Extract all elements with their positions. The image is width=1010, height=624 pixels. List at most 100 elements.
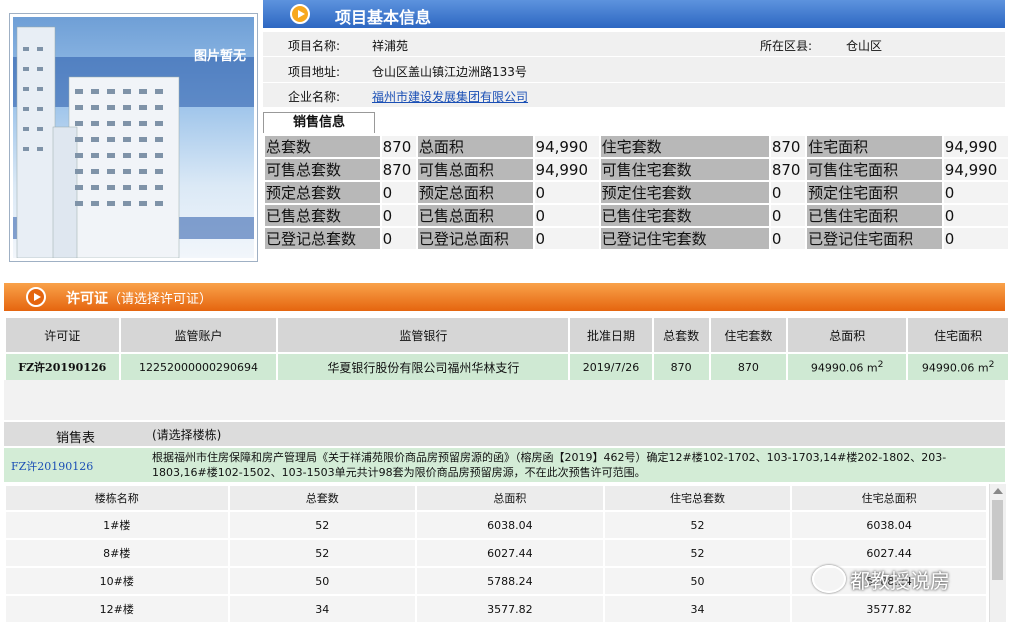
scroll-up-arrow-icon[interactable] [993, 488, 1003, 494]
total-area-cell: 94990.06 m2 [788, 354, 907, 380]
project-info-title: 项目基本信息 [335, 8, 432, 27]
play-circle-icon [290, 4, 310, 24]
sales-value: 0 [381, 205, 416, 226]
sales-value: 0 [534, 182, 599, 203]
supervision-account: 12252000000290694 [120, 354, 277, 380]
col-header: 总面积 [417, 486, 603, 510]
note-line: 1803,16#楼102-1502、103-1503单元共计98套为限价商品房预… [152, 466, 646, 479]
project-photo: 图片暂无 [9, 13, 258, 262]
col-header: 住宅总套数 [604, 486, 791, 510]
sales-label: 已登记总面积 [417, 228, 533, 249]
sales-label: 已售住宅面积 [807, 205, 942, 226]
total-units: 870 [653, 354, 709, 380]
sales-label: 已登记总套数 [265, 228, 380, 249]
building-name[interactable]: 10#楼 [6, 568, 228, 594]
sales-value: 0 [943, 182, 1008, 203]
permit-note-row: FZ许20190126 根据福州市住房保障和房产管理局《关于祥浦苑限价商品房预留… [4, 448, 1005, 482]
building-row[interactable]: 1#楼 52 6038.04 52 6038.04 [6, 512, 986, 538]
sales-label: 预定总面积 [417, 182, 533, 203]
sales-form-label: 销售表 [56, 431, 96, 446]
sales-value: 94,990 [943, 136, 1008, 157]
residential-units: 870 [710, 354, 787, 380]
building-name[interactable]: 8#楼 [6, 540, 228, 566]
sales-label: 已售总套数 [265, 205, 380, 226]
sales-label: 已售住宅套数 [600, 205, 769, 226]
permit-no[interactable]: FZ许20190126 [6, 354, 119, 380]
select-building-hint: (请选择楼栋) [152, 428, 222, 442]
sales-value: 0 [534, 205, 599, 226]
col-header: 总套数 [653, 318, 709, 352]
col-header: 住宅总面积 [792, 486, 986, 510]
project-info-header: 项目基本信息 [263, 0, 1005, 28]
col-header: 许可证 [6, 318, 119, 352]
building-name[interactable]: 1#楼 [6, 512, 228, 538]
col-header: 批准日期 [570, 318, 652, 352]
permit-row[interactable]: FZ许20190126 12252000000290694 华夏银行股份有限公司… [6, 354, 1008, 380]
district-label: 所在区县: [760, 39, 813, 53]
total-units: 52 [229, 540, 416, 566]
project-name-value: 祥浦苑 [372, 39, 409, 53]
sales-label: 预定总套数 [265, 182, 380, 203]
sales-label: 可售总套数 [265, 159, 380, 180]
watermark-text: 都教授说房 [850, 569, 950, 593]
permit-select-link[interactable]: FZ许20190126 [11, 458, 93, 474]
total-units: 34 [229, 596, 416, 622]
sales-value: 0 [534, 228, 599, 249]
wechat-icon [812, 565, 846, 593]
sales-value: 94,990 [943, 159, 1008, 180]
sales-value: 94,990 [534, 159, 599, 180]
residential-units: 34 [604, 596, 791, 622]
sales-label: 可售住宅面积 [807, 159, 942, 180]
sales-value: 870 [770, 159, 806, 180]
sales-value: 0 [770, 228, 806, 249]
permit-table: 许可证 监管账户 监管银行 批准日期 总套数 住宅套数 总面积 住宅面积 FZ许… [4, 316, 1010, 382]
area-unit-exp: 2 [988, 359, 995, 371]
permit-header: 许可证（请选择许可证） [4, 283, 1005, 311]
permit-subtitle: （请选择许可证） [108, 292, 213, 307]
address-label: 项目地址: [288, 65, 341, 79]
col-header: 总面积 [788, 318, 907, 352]
total-area: 6027.44 [417, 540, 603, 566]
sales-info-tab[interactable]: 销售信息 [263, 112, 375, 133]
total-units: 50 [229, 568, 416, 594]
sales-value: 0 [770, 205, 806, 226]
company-link[interactable]: 福州市建设发展集团有限公司 [372, 88, 528, 105]
residential-area: 6038.04 [792, 512, 986, 538]
sales-value: 870 [770, 136, 806, 157]
permit-title: 许可证（请选择许可证） [66, 288, 212, 308]
col-header: 监管银行 [278, 318, 569, 352]
sales-label: 预定住宅面积 [807, 182, 942, 203]
sales-form-bar: 销售表 (请选择楼栋) [4, 422, 1005, 446]
total-area: 3577.82 [417, 596, 603, 622]
project-name-label: 项目名称: [288, 39, 341, 53]
sales-label: 已登记住宅面积 [807, 228, 942, 249]
sales-value: 870 [381, 159, 416, 180]
sales-value: 0 [381, 182, 416, 203]
sales-row: 总套数 870 总面积 94,990 住宅套数 870 住宅面积 94,990 [265, 136, 1008, 157]
blank-area [4, 380, 1005, 420]
sales-label: 已登记住宅套数 [600, 228, 769, 249]
sales-label: 总套数 [265, 136, 380, 157]
col-header: 楼栋名称 [6, 486, 228, 510]
district-value: 仓山区 [846, 39, 883, 53]
sales-value: 94,990 [534, 136, 599, 157]
sales-value: 0 [943, 205, 1008, 226]
address-value: 仓山区盖山镇江边洲路133号 [372, 65, 527, 79]
sales-row: 已登记总套数 0 已登记总面积 0 已登记住宅套数 0 已登记住宅面积 0 [265, 228, 1008, 249]
col-header: 监管账户 [120, 318, 277, 352]
approval-date: 2019/7/26 [570, 354, 652, 380]
sales-value: 0 [770, 182, 806, 203]
total-area: 5788.24 [417, 568, 603, 594]
building-row[interactable]: 12#楼 34 3577.82 34 3577.82 [6, 596, 986, 622]
area-unit-exp: 2 [877, 359, 884, 371]
sales-row: 已售总套数 0 已售总面积 0 已售住宅套数 0 已售住宅面积 0 [265, 205, 1008, 226]
vertical-scrollbar[interactable] [989, 484, 1006, 622]
total-area: 6038.04 [417, 512, 603, 538]
sales-row: 预定总套数 0 预定总面积 0 预定住宅套数 0 预定住宅面积 0 [265, 182, 1008, 203]
total-units: 52 [229, 512, 416, 538]
col-header: 总套数 [229, 486, 416, 510]
watermark: 都教授说房 [808, 561, 998, 595]
building-name[interactable]: 12#楼 [6, 596, 228, 622]
play-circle-icon [26, 287, 46, 307]
note-line: 根据福州市住房保障和房产管理局《关于祥浦苑限价商品房预留房源的函》（榕房函【20… [152, 451, 947, 464]
